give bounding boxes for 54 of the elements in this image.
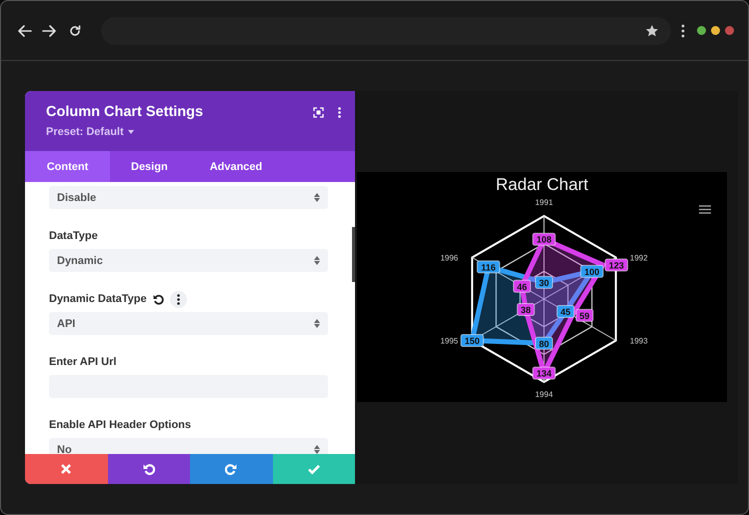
- axis-label: 1995: [440, 336, 458, 346]
- updown-icon: [314, 193, 320, 202]
- select-field[interactable]: Disable: [49, 186, 328, 209]
- data-label: 134: [532, 366, 556, 380]
- close-icon: [60, 463, 72, 475]
- data-label: 46: [512, 280, 531, 293]
- data-label: 38: [516, 303, 535, 316]
- data-label: 123: [604, 258, 628, 272]
- tab[interactable]: Advanced: [188, 151, 284, 182]
- scrollbar[interactable]: [352, 227, 355, 282]
- select-field[interactable]: Dynamic: [49, 249, 328, 272]
- forward-icon[interactable]: [41, 22, 57, 38]
- field-label: Enter API Url: [49, 356, 116, 368]
- data-label: 30: [535, 276, 553, 289]
- chart-title: Radar Chart: [494, 175, 590, 195]
- menu-icon[interactable]: [681, 24, 685, 38]
- field-label: Enable API Header Options: [49, 419, 192, 431]
- panel-title: Column Chart Settings: [46, 104, 204, 120]
- caret-icon: [128, 130, 134, 134]
- data-label: 80: [535, 336, 553, 350]
- updown-icon: [314, 256, 320, 265]
- data-label: 45: [556, 304, 575, 318]
- field-label: DataType: [49, 230, 98, 242]
- updown-icon: [314, 445, 320, 454]
- axis-label: 1991: [535, 198, 553, 207]
- more-icon[interactable]: [338, 107, 341, 118]
- data-label: 108: [532, 232, 556, 246]
- preset-dropdown[interactable]: Preset: Default: [46, 126, 134, 138]
- updown-icon: [314, 319, 320, 328]
- select-field[interactable]: API: [49, 312, 328, 335]
- tab[interactable]: Content: [25, 151, 110, 182]
- undo-button[interactable]: [108, 454, 190, 484]
- data-label: 150: [460, 334, 484, 347]
- axis-label: 1994: [535, 390, 553, 399]
- data-label: 59: [576, 308, 594, 322]
- back-icon[interactable]: [17, 22, 33, 38]
- redo-icon: [225, 463, 238, 475]
- fullscreen-icon[interactable]: [313, 107, 324, 118]
- data-label: 100: [580, 264, 604, 278]
- reset-icon[interactable]: [152, 294, 164, 304]
- data-label: 116: [476, 260, 500, 274]
- check-icon: [308, 463, 320, 475]
- axis-label: 1993: [630, 336, 648, 346]
- axis-label: 1996: [440, 254, 458, 262]
- tab[interactable]: Design: [110, 151, 189, 182]
- star-icon[interactable]: [645, 24, 659, 38]
- undo-icon: [142, 463, 155, 475]
- more-icon[interactable]: [176, 294, 180, 304]
- select-field[interactable]: No: [49, 438, 328, 454]
- field-label: Dynamic DataType: [49, 293, 147, 305]
- menu-icon[interactable]: [699, 205, 711, 214]
- redo-button[interactable]: [190, 454, 272, 484]
- reload-icon[interactable]: [69, 24, 81, 36]
- axis-label: 1992: [630, 254, 648, 262]
